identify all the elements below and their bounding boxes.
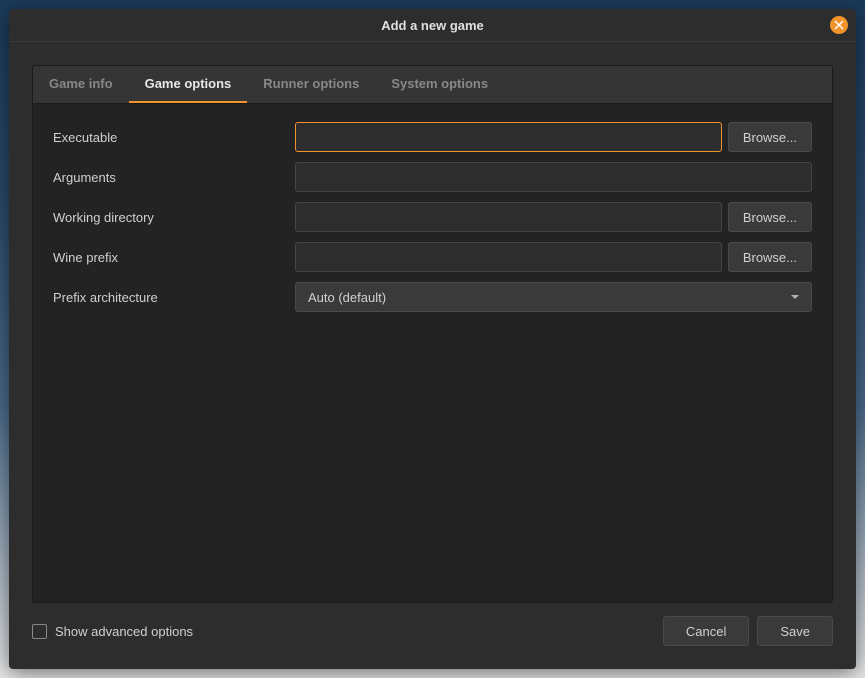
row-arguments: Arguments [53,162,812,192]
executable-label: Executable [53,130,295,145]
cancel-button[interactable]: Cancel [663,616,749,646]
advanced-options-toggle[interactable]: Show advanced options [32,624,193,639]
row-executable: Executable Browse... [53,122,812,152]
arguments-input[interactable] [295,162,812,192]
executable-browse-button[interactable]: Browse... [728,122,812,152]
close-button[interactable] [830,16,848,34]
tabs: Game info Game options Runner options Sy… [33,66,832,104]
advanced-options-label: Show advanced options [55,624,193,639]
content-area: Game info Game options Runner options Sy… [9,42,856,669]
executable-input[interactable] [295,122,722,152]
tab-system-options[interactable]: System options [375,66,504,103]
advanced-options-checkbox[interactable] [32,624,47,639]
row-wine-prefix: Wine prefix Browse... [53,242,812,272]
working-directory-input[interactable] [295,202,722,232]
close-icon [834,20,844,30]
titlebar: Add a new game [9,9,856,42]
form-body: Executable Browse... Arguments Working d… [33,104,832,602]
executable-field: Browse... [295,122,812,152]
working-directory-label: Working directory [53,210,295,225]
tab-game-info[interactable]: Game info [33,66,129,103]
arguments-label: Arguments [53,170,295,185]
working-directory-browse-button[interactable]: Browse... [728,202,812,232]
wine-prefix-input[interactable] [295,242,722,272]
wine-prefix-browse-button[interactable]: Browse... [728,242,812,272]
prefix-architecture-value: Auto (default) [308,290,386,305]
prefix-architecture-select[interactable]: Auto (default) [295,282,812,312]
chevron-down-icon [791,295,799,299]
prefix-architecture-label: Prefix architecture [53,290,295,305]
row-working-directory: Working directory Browse... [53,202,812,232]
prefix-architecture-field: Auto (default) [295,282,812,312]
wine-prefix-field: Browse... [295,242,812,272]
dialog-footer: Show advanced options Cancel Save [32,603,833,646]
add-game-dialog: Add a new game Game info Game options Ru… [9,9,856,669]
working-directory-field: Browse... [295,202,812,232]
save-button[interactable]: Save [757,616,833,646]
dialog-title: Add a new game [381,18,484,33]
tab-game-options[interactable]: Game options [129,66,248,103]
row-prefix-architecture: Prefix architecture Auto (default) [53,282,812,312]
options-panel: Game info Game options Runner options Sy… [32,65,833,603]
tab-runner-options[interactable]: Runner options [247,66,375,103]
wine-prefix-label: Wine prefix [53,250,295,265]
arguments-field [295,162,812,192]
